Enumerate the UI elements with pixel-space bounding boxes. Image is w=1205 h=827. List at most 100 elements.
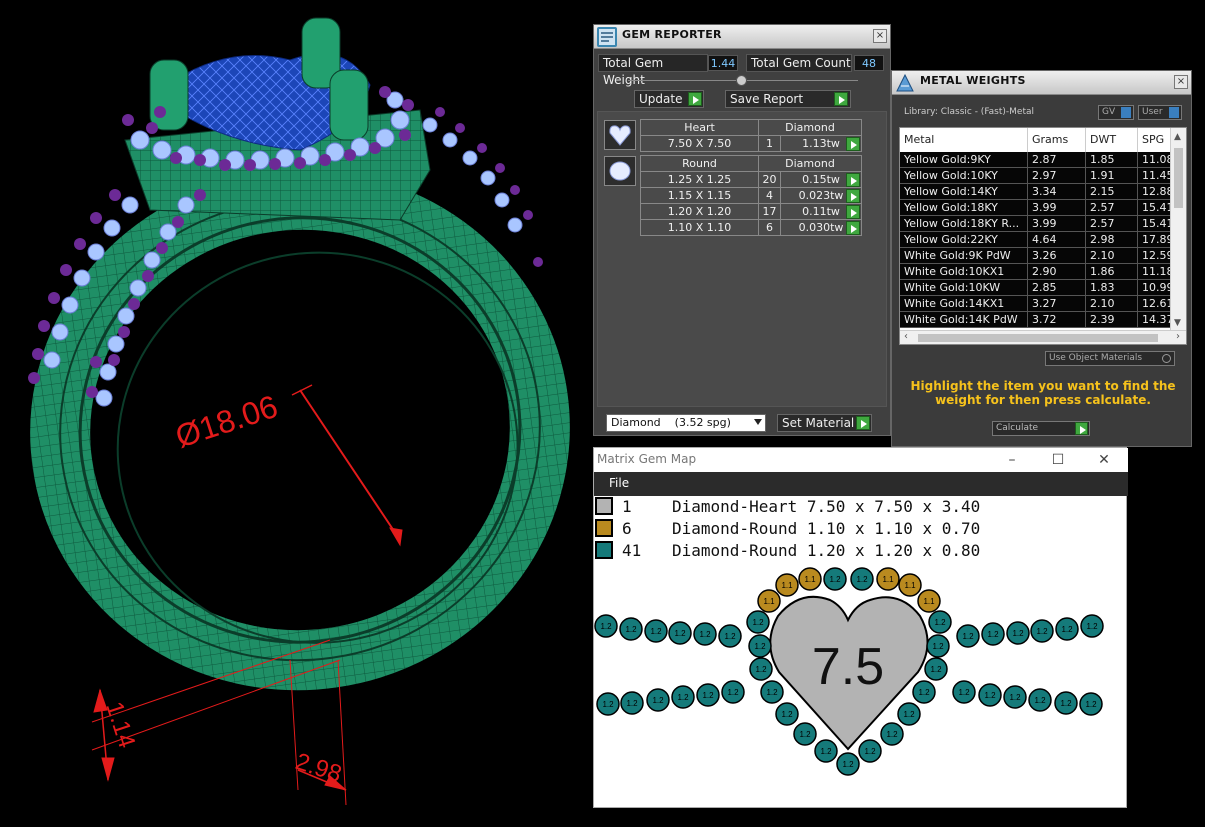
heart-material-header: Diamond [758,119,862,136]
table-row[interactable]: 1.25 X 1.25 20 0.15tw [640,171,862,188]
gem-reporter-titlebar[interactable]: GEM REPORTER × [594,25,890,49]
table-row[interactable]: 1.15 X 1.15 4 0.023tw [640,187,862,204]
save-report-button-label: Save Report [730,92,804,106]
table-row[interactable]: Yellow Gold:10KY 2.97 1.91 11.45 [900,168,1178,184]
toggle-icon [1169,107,1179,118]
small-stone-label: 1.2 [1034,696,1046,705]
update-button-label: Update [639,92,683,106]
library-label: Library: Classic - (Fast)-Metal [904,107,1035,117]
small-stone-label: 1.2 [650,627,662,636]
small-stone-label: 1.2 [602,700,614,709]
calculate-go-icon[interactable] [1075,422,1088,435]
scrollbar-thumb[interactable] [1174,148,1183,208]
small-stone-label: 1.2 [799,730,811,739]
update-go-icon[interactable] [688,92,702,106]
table-row[interactable]: Yellow Gold:14KY 3.34 2.15 12.88 [900,184,1178,200]
round-gem-thumbnail[interactable] [604,156,636,186]
table-row[interactable]: Yellow Gold:9KY 2.87 1.85 11.08 [900,152,1178,168]
metal-name: White Gold:10KW [900,280,1028,296]
small-stone-label: 1.2 [702,691,714,700]
table-row[interactable]: White Gold:14KX1 3.27 2.10 12.61 [900,296,1178,312]
gem-map-window: Matrix Gem Map – ☐ ✕ File 1 Diamond-Hear… [593,447,1128,808]
small-stone-label: 1.2 [886,730,898,739]
set-material-button-label: Set Material [782,416,855,430]
small-stone-label: 1.2 [984,691,996,700]
table-row[interactable]: 7.50 X 7.50 1 1.13tw [640,135,862,152]
metal-name: Yellow Gold:18KY R... [900,216,1028,232]
gem-reporter-close-button[interactable]: × [873,29,887,43]
metal-name: White Gold:14KX1 [900,296,1028,312]
use-object-materials-toggle[interactable]: Use Object Materials [1045,351,1175,366]
metal-grams: 3.26 [1028,248,1086,264]
close-icon[interactable]: ✕ [1084,450,1124,470]
metal-name: White Gold:9K PdW [900,248,1028,264]
save-report-go-icon[interactable] [834,92,848,106]
metal-grams: 3.72 [1028,312,1086,328]
small-stone-label: 1.2 [677,693,689,702]
table-row[interactable]: White Gold:9K PdW 3.26 2.10 12.59 [900,248,1178,264]
metal-table-horizontal-scrollbar[interactable]: ‹ › [900,330,1186,344]
table-row[interactable]: White Gold:10KX1 2.90 1.86 11.18 [900,264,1178,280]
table-row[interactable]: 1.20 X 1.20 17 0.11tw [640,203,862,220]
legend-count: 1 [622,497,632,516]
small-stone-label: 1.1 [781,581,793,590]
gv-toggle[interactable]: GV [1098,105,1134,120]
gem-list-area: Heart Diamond 7.50 X 7.50 1 1.13tw Round… [597,111,887,407]
table-row[interactable]: White Gold:14K PdW 3.72 2.39 14.37 [900,312,1178,328]
toggle-icon [1121,107,1131,118]
metal-dwt: 1.91 [1086,168,1138,184]
round-row-go-icon[interactable] [846,205,860,219]
gem-map-canvas[interactable]: 7.5 1.1 1.1 1.1 1.1 1.1 1.1 1.2 1.2 1.2 1.2 1.2 1.2… [594,564,1126,804]
metal-weights-titlebar[interactable]: METAL WEIGHTS × [892,71,1191,95]
metal-dwt: 2.39 [1086,312,1138,328]
menu-file[interactable]: File [609,476,629,490]
metal-dwt: 2.57 [1086,200,1138,216]
round-row-go-icon[interactable] [846,189,860,203]
metal-name: Yellow Gold:10KY [900,168,1028,184]
material-select[interactable]: Diamond (3.52 spg) [606,414,766,432]
scrollbar-thumb[interactable] [918,334,1158,342]
heart-gem-thumbnail[interactable] [604,120,636,150]
metal-weights-close-button[interactable]: × [1174,75,1188,89]
user-toggle[interactable]: User [1138,105,1182,120]
metal-weights-icon [895,73,915,93]
small-stone-label: 1.2 [755,665,767,674]
diameter-dimension: Ø18.06 [171,388,282,455]
minimize-icon[interactable]: – [992,450,1032,470]
depth-dimension: 2.98 [292,748,345,788]
total-gem-weight-label: Total Gem Weight [598,54,708,87]
table-row[interactable]: Yellow Gold:22KY 4.64 2.98 17.89 [900,232,1178,248]
chevron-left-icon[interactable]: ‹ [904,331,908,342]
splitter-knob[interactable] [736,75,747,86]
table-row[interactable]: 1.10 X 1.10 6 0.030tw [640,219,862,236]
heart-row-go-icon[interactable] [846,137,860,151]
round-row-go-icon[interactable] [846,221,860,235]
small-stone-label: 1.2 [864,747,876,756]
set-material-go-icon[interactable] [856,416,870,430]
metal-table-vertical-scrollbar[interactable]: ▲ ▼ [1170,128,1186,332]
maximize-icon[interactable]: ☐ [1038,450,1078,470]
chevron-down-icon[interactable]: ▼ [1174,318,1181,328]
small-stone-label: 1.1 [763,597,775,606]
table-row[interactable]: Yellow Gold:18KY R... 3.99 2.57 15.41 [900,216,1178,232]
small-stone-label: 1.1 [923,597,935,606]
metal-dwt: 2.15 [1086,184,1138,200]
ring-model: Ø18.06 1.14 2.98 [28,17,570,806]
3d-viewport[interactable]: Ø18.06 1.14 2.98 [0,0,592,827]
chevron-right-icon[interactable]: › [1176,331,1180,342]
small-stone-label: 1.2 [727,688,739,697]
column-header-metal[interactable]: Metal [900,128,1028,152]
table-row[interactable]: White Gold:10KW 2.85 1.83 10.99 [900,280,1178,296]
save-report-button[interactable]: Save Report [725,90,851,108]
round-row-go-icon[interactable] [846,173,860,187]
chevron-up-icon[interactable]: ▲ [1174,132,1181,142]
small-stone-label: 1.2 [652,696,664,705]
small-stone-label: 1.2 [903,710,915,719]
heart-shape-header: Heart [640,119,759,136]
small-stone-label: 1.2 [1086,622,1098,631]
column-header-dwt[interactable]: DWT [1086,128,1138,152]
metal-dwt: 1.86 [1086,264,1138,280]
gem-map-titlebar[interactable]: Matrix Gem Map – ☐ ✕ [594,448,1128,472]
table-row[interactable]: Yellow Gold:18KY 3.99 2.57 15.41 [900,200,1178,216]
column-header-grams[interactable]: Grams [1028,128,1086,152]
